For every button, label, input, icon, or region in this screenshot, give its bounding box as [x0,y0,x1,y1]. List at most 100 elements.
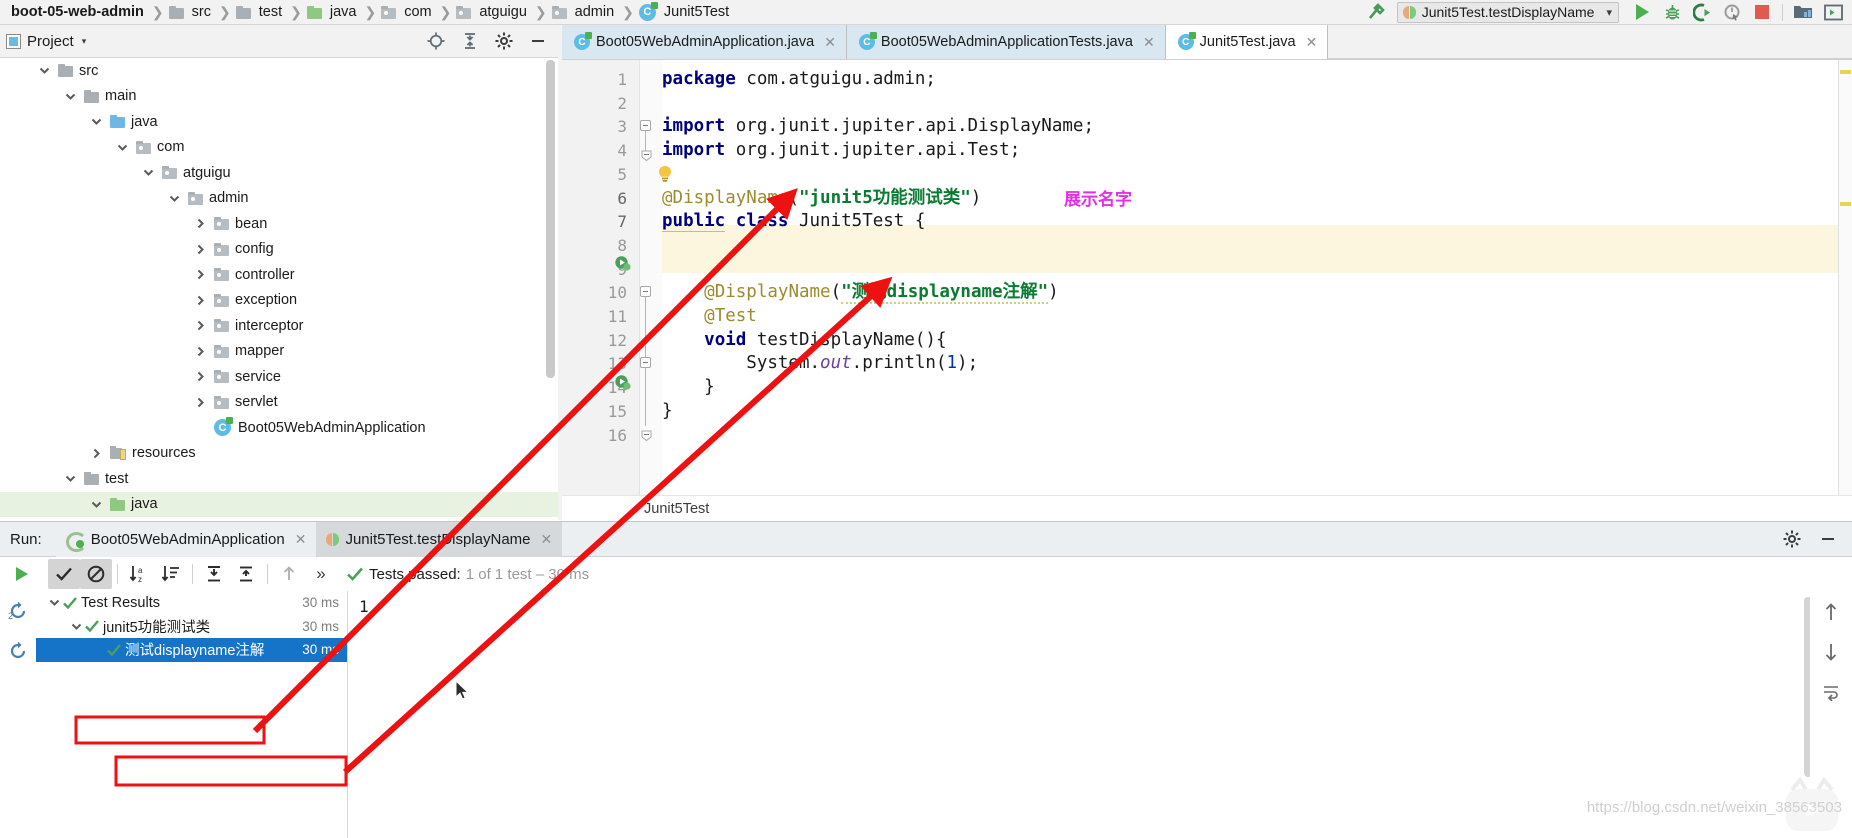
breadcrumb-item-atguigu[interactable]: atguigu [454,0,532,25]
scroll-up-icon[interactable] [1816,599,1846,625]
tree-node-boot05webadminapplication[interactable]: C Boot05WebAdminApplication [0,415,560,441]
rerun-icon[interactable] [6,559,38,589]
show-ignored-toggle[interactable] [80,559,112,589]
run-tab-junit5test-testdisplayname[interactable]: Junit5Test.testDisplayName ✕ [316,521,563,557]
code-editor[interactable]: 1 2 3 4 5 6 7 8 9 10 11 12 13 14 15 16 p… [562,60,1852,495]
open-project-structure-button[interactable] [1788,0,1818,25]
expand-all-icon[interactable] [198,559,230,589]
tree-node-service[interactable]: service [0,364,560,390]
chevron-right-icon[interactable] [192,267,208,283]
build-hammer-icon[interactable] [1363,0,1389,25]
tree-node-src[interactable]: src [0,58,560,84]
rerun-failed-tests-icon[interactable]: 2 [0,591,36,631]
test-result-row[interactable]: Test Results 30 ms [36,591,347,615]
editor-tab-boot05webadminapplication[interactable]: C Boot05WebAdminApplication.java ✕ [562,25,847,59]
tree-node-com[interactable]: com [0,135,560,161]
toggle-auto-test-icon[interactable] [0,631,36,671]
chevron-down-icon[interactable] [88,496,104,512]
run-class-gutter-icon[interactable] [614,254,631,271]
sort-alphabetically-icon[interactable]: a z [123,559,155,589]
editor-folding-column[interactable] [640,60,662,495]
stop-button[interactable] [1747,0,1777,25]
tree-node-interceptor[interactable]: interceptor [0,313,560,339]
scroll-down-icon[interactable] [1816,639,1846,665]
tree-node-main[interactable]: main [0,84,560,110]
breadcrumb-item-java[interactable]: java [305,0,362,25]
chevron-down-icon[interactable] [140,165,156,181]
tree-node-java[interactable]: java [0,109,560,135]
chevron-right-icon[interactable] [192,241,208,257]
editor-breadcrumb[interactable]: Junit5Test [562,495,1852,521]
chevron-down-icon[interactable] [36,63,52,79]
run-test-gutter-icon[interactable] [614,373,631,390]
run-tab-boot05webadminapplication[interactable]: Boot05WebAdminApplication ✕ [55,521,317,557]
fold-region-import[interactable] [640,120,651,131]
terminal-button[interactable] [1818,0,1848,25]
run-with-coverage-button[interactable] [1687,0,1717,25]
profile-button[interactable] [1717,0,1747,25]
run-button[interactable] [1627,0,1657,25]
breadcrumb-item-project[interactable]: boot-05-web-admin [6,0,149,25]
chevron-down-icon[interactable] [88,114,104,130]
chevron-down-icon[interactable] [68,618,84,634]
test-results-tree[interactable]: Test Results 30 ms junit5功能测试类 30 ms 测试displ… [36,591,348,838]
collapse-all-icon[interactable] [454,26,486,56]
breadcrumb-item-admin[interactable]: admin [550,0,620,25]
soft-wrap-icon[interactable] [1816,679,1846,705]
tree-node-mapper[interactable]: mapper [0,339,560,365]
breadcrumb-item-src[interactable]: src [167,0,216,25]
breadcrumb-item-com[interactable]: com [379,0,436,25]
tree-node-java[interactable]: java [0,491,560,517]
chevron-right-icon[interactable] [192,394,208,410]
intention-bulb-icon[interactable] [657,165,672,183]
settings-gear-icon[interactable] [1776,524,1808,554]
breadcrumb-item-test[interactable]: test [234,0,287,25]
close-icon[interactable]: ✕ [541,531,553,548]
hide-panel-icon[interactable] [1812,524,1844,554]
chevron-down-icon[interactable] [62,471,78,487]
editor-gutter[interactable]: 1 2 3 4 5 6 7 8 9 10 11 12 13 14 15 16 [562,60,640,495]
tree-node-controller[interactable]: controller [0,262,560,288]
close-icon[interactable]: ✕ [824,34,836,51]
tree-node-test[interactable]: test [0,466,560,492]
project-tree[interactable]: src main java com atguigu admin bean config cont… [0,58,560,520]
debug-button[interactable] [1657,0,1687,25]
fold-region-end-icon[interactable] [641,428,652,442]
tree-node-admin[interactable]: admin [0,186,560,212]
editor-code-area[interactable]: package com.atguigu.admin; import org.ju… [662,60,1838,495]
fold-region-end-icon[interactable] [641,148,652,162]
sort-by-duration-icon[interactable] [155,559,187,589]
hide-panel-icon[interactable] [522,26,554,56]
previous-failed-test-icon[interactable] [273,559,305,589]
project-tree-scrollbar[interactable] [546,60,555,378]
chevron-down-icon[interactable]: ▾ [82,36,87,47]
close-icon[interactable]: ✕ [1143,34,1155,51]
tree-node-resources[interactable]: resources [0,441,560,467]
test-result-row[interactable]: 测试displayname注解 30 ms [36,638,347,662]
chevron-down-icon[interactable] [166,190,182,206]
tree-node-exception[interactable]: exception [0,288,560,314]
run-configuration-selector[interactable]: Junit5Test.testDisplayName ▾ [1396,1,1619,23]
tree-node-atguigu[interactable]: atguigu [0,160,560,186]
tree-node-bean[interactable]: bean [0,211,560,237]
chevron-down-icon[interactable] [46,595,62,611]
chevron-down-icon[interactable] [114,139,130,155]
chevron-right-icon[interactable] [192,216,208,232]
fold-region-method-annotation[interactable] [640,286,651,297]
chevron-right-icon[interactable] [192,343,208,359]
editor-tab-junit5test[interactable]: C Junit5Test.java ✕ [1165,25,1329,59]
collapse-all-icon[interactable] [230,559,262,589]
more-actions-icon[interactable]: » [305,559,337,589]
test-result-row[interactable]: junit5功能测试类 30 ms [36,615,347,639]
chevron-right-icon[interactable] [192,369,208,385]
close-icon[interactable]: ✕ [295,531,307,548]
editor-tab-boot05webadminapplicationtests[interactable]: C Boot05WebAdminApplicationTests.java ✕ [846,25,1166,59]
close-icon[interactable]: ✕ [1306,34,1318,51]
locate-icon[interactable] [420,26,452,56]
tree-node-servlet[interactable]: servlet [0,390,560,416]
tree-node-config[interactable]: config [0,237,560,263]
chevron-right-icon[interactable] [192,292,208,308]
chevron-right-icon[interactable] [88,445,104,461]
chevron-down-icon[interactable] [62,88,78,104]
editor-marker-strip[interactable] [1838,60,1852,495]
